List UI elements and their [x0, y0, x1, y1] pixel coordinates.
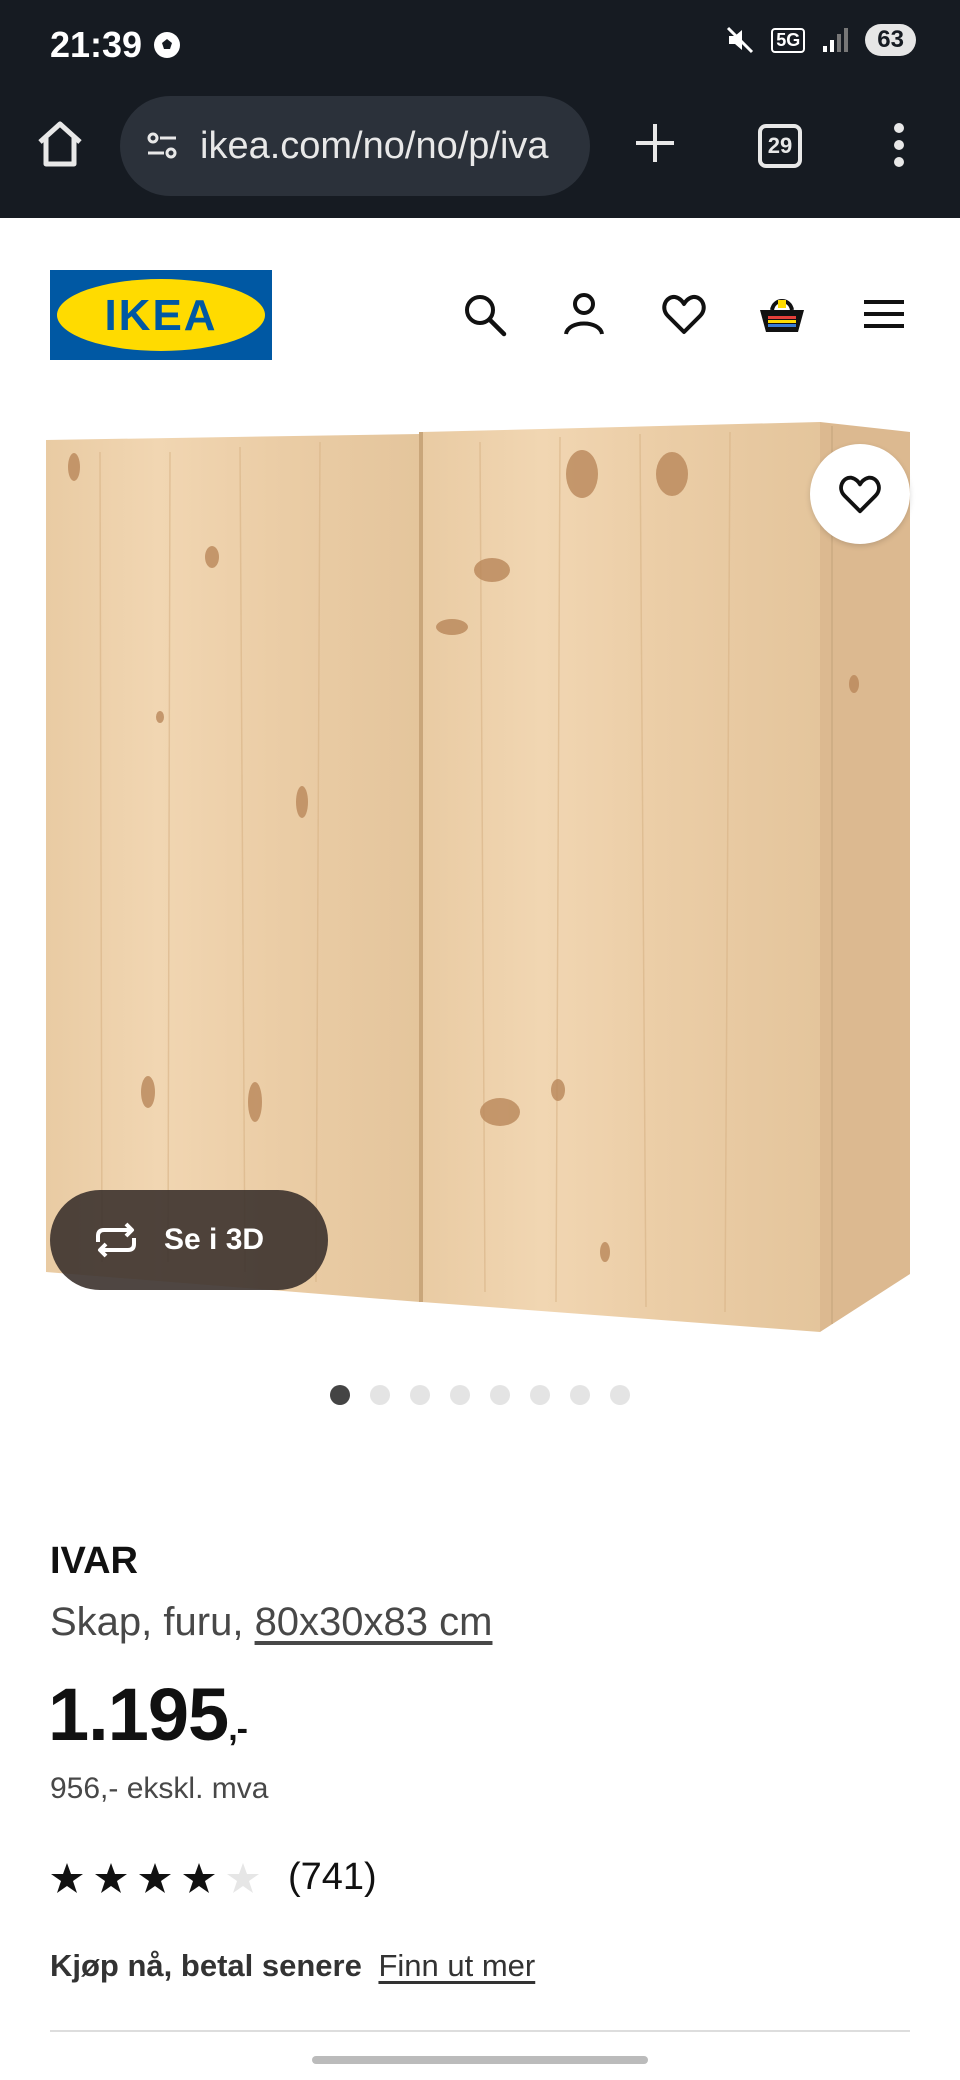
image-carousel-dots[interactable]	[330, 1385, 630, 1405]
product-type: Skap, furu,	[50, 1600, 255, 1644]
account-icon[interactable]	[560, 290, 608, 338]
financing-label: Kjøp nå, betal senere	[50, 1948, 362, 1983]
svg-text:IKEA: IKEA	[104, 291, 217, 340]
price-suffix: ,-	[228, 1710, 248, 1748]
status-icons: 5G 63	[725, 24, 916, 56]
star-empty-icon	[227, 1862, 259, 1893]
signal-icon	[823, 28, 849, 52]
product-rating[interactable]: (741)	[50, 1856, 377, 1899]
browser-chrome: 21:39 5G 63 ikea.com/no/no/p/iva 29	[0, 0, 960, 218]
see-in-3d-label: Se i 3D	[164, 1223, 265, 1256]
network-type: 5G	[771, 27, 806, 53]
wishlist-heart-icon[interactable]	[660, 290, 708, 338]
product-description: Skap, furu, 80x30x83 cm	[50, 1600, 492, 1645]
battery-indicator: 63	[865, 24, 916, 56]
ikea-logo[interactable]: IKEA	[50, 270, 272, 360]
carousel-dot[interactable]	[330, 1385, 350, 1405]
star-filled-icon	[139, 1862, 171, 1893]
learn-more-link[interactable]: Finn ut mer	[378, 1948, 535, 1983]
divider	[50, 2030, 910, 2032]
rotate-3d-icon	[96, 1222, 136, 1258]
carousel-dot[interactable]	[610, 1385, 630, 1405]
carousel-dot[interactable]	[490, 1385, 510, 1405]
star-filled-icon	[95, 1862, 127, 1893]
hamburger-menu-icon[interactable]	[860, 290, 908, 338]
price-value: 1.195	[48, 1673, 229, 1756]
heart-icon	[839, 475, 881, 514]
carousel-dot[interactable]	[570, 1385, 590, 1405]
carousel-dot[interactable]	[410, 1385, 430, 1405]
mute-icon	[727, 26, 754, 54]
carousel-dot[interactable]	[370, 1385, 390, 1405]
star-filled-icon	[51, 1862, 83, 1893]
url-text[interactable]: ikea.com/no/no/p/iva	[200, 125, 549, 168]
star-filled-icon	[183, 1862, 215, 1893]
soccer-ball-icon	[154, 32, 180, 58]
product-price: 1.195,-	[48, 1672, 248, 1757]
see-in-3d-button[interactable]: Se i 3D	[50, 1190, 328, 1290]
buy-now-pay-later: Kjøp nå, betal senere Finn ut mer	[50, 1948, 535, 1984]
address-bar[interactable]: ikea.com/no/no/p/iva	[120, 96, 590, 196]
new-tab-icon[interactable]	[630, 118, 680, 168]
site-settings-icon[interactable]	[142, 126, 182, 166]
tab-switcher-button[interactable]: 29	[758, 124, 802, 168]
review-count[interactable]: (741)	[288, 1856, 377, 1899]
home-icon[interactable]	[34, 118, 86, 170]
status-time: 21:39	[50, 24, 143, 65]
shopping-bag-icon[interactable]	[758, 290, 806, 338]
product-dimensions-link[interactable]: 80x30x83 cm	[255, 1600, 493, 1644]
carousel-dot[interactable]	[530, 1385, 550, 1405]
carousel-dot[interactable]	[450, 1385, 470, 1405]
add-to-favorites-button[interactable]	[810, 444, 910, 544]
more-options-icon[interactable]	[884, 120, 914, 170]
product-name: IVAR	[50, 1540, 138, 1582]
search-icon[interactable]	[460, 290, 508, 338]
price-excl-vat: 956,- ekskl. mva	[50, 1772, 269, 1805]
gesture-bar[interactable]	[312, 2056, 648, 2064]
